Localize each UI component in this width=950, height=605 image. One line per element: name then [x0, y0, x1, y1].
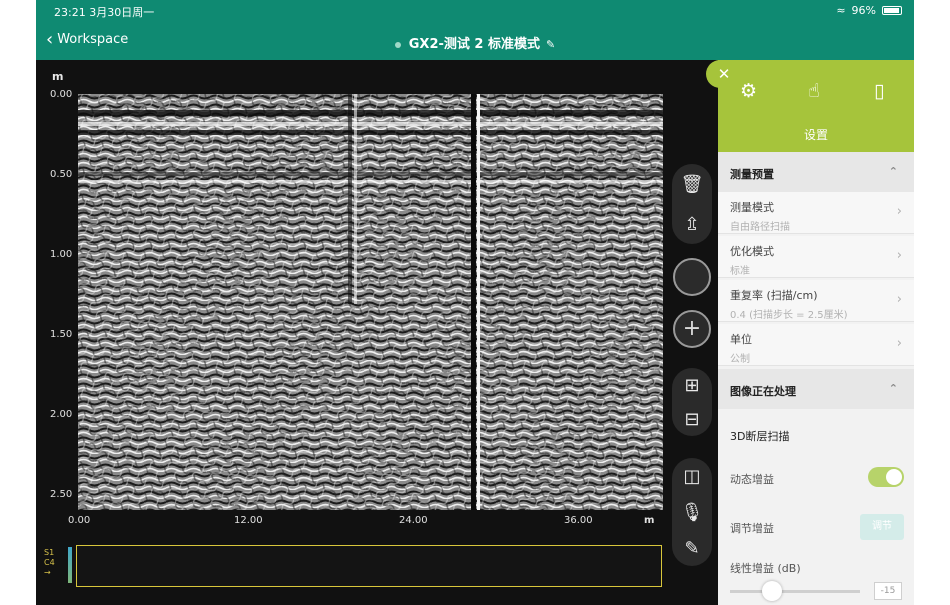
status-dot-icon	[394, 41, 401, 48]
tomography-label[interactable]: 3D断层扫描	[730, 428, 789, 444]
strip-arrow-icon: →	[44, 568, 51, 577]
adjust-gain-button[interactable]: 调节	[860, 514, 904, 540]
depth-tick: 0.00	[50, 89, 73, 100]
linear-gain-slider[interactable]	[730, 590, 860, 593]
distance-tick: 36.00	[564, 515, 593, 526]
overview-strip[interactable]	[76, 545, 662, 587]
setting-title: 优化模式	[730, 245, 774, 258]
gear-icon[interactable]: ⚙	[740, 80, 757, 102]
chevron-right-icon: ›	[896, 204, 902, 219]
microphone-icon[interactable]: 🎙	[681, 502, 704, 523]
close-icon[interactable]: ✕	[706, 60, 742, 88]
setting-value: 标准	[730, 266, 750, 277]
distance-tick: 0.00	[68, 515, 91, 526]
touch-icon[interactable]: ☝	[808, 80, 820, 102]
chevron-right-icon: ›	[896, 292, 902, 307]
setting-title: 重复率 (扫描/cm)	[730, 289, 818, 302]
dynamic-gain-toggle[interactable]	[868, 467, 904, 487]
chevron-right-icon: ›	[896, 336, 902, 351]
strip-labels: S1 C4 →	[44, 548, 55, 578]
pencil-icon[interactable]: ✎	[546, 38, 555, 51]
setting-title: 单位	[730, 333, 752, 346]
settings-panel: ✕ ⚙ ☝ ▯ 设置 测量预置 ⌃ 测量模式 自由路径扫描 › 优化模式 标准 …	[706, 60, 914, 605]
device-frame: 23:21 3月30日周一 ≈ 96% ‹ Workspace GX2-测试 2…	[36, 0, 914, 605]
tab-settings[interactable]: 设置	[718, 126, 914, 143]
setting-repeat-rate[interactable]: 重复率 (扫描/cm) 0.4 (扫描步长 = 2.5厘米) ›	[718, 280, 914, 322]
pen-icon[interactable]: ✎	[684, 538, 699, 559]
chevron-right-icon: ›	[896, 248, 902, 263]
linear-gain-value[interactable]: -15	[874, 582, 902, 600]
section-measurement-preset[interactable]: 测量预置 ⌃	[718, 152, 914, 192]
setting-units[interactable]: 单位 公制 ›	[718, 324, 914, 366]
wifi-icon: ≈	[836, 4, 846, 17]
linear-gain-label: 线性增益 (dB)	[730, 562, 801, 575]
depth-tick: 1.50	[50, 329, 73, 340]
split-view-icon[interactable]: ◫	[683, 466, 700, 487]
top-bar: 23:21 3月30日周一 ≈ 96% ‹ Workspace GX2-测试 2…	[36, 0, 914, 60]
collapse-view-icon[interactable]: ⊟	[684, 409, 699, 430]
chevron-up-icon: ⌃	[888, 165, 898, 178]
section-title: 图像正在处理	[730, 385, 796, 398]
expand-view-icon[interactable]: ⊞	[684, 375, 699, 396]
setting-value: 公制	[730, 354, 750, 365]
depth-unit: m	[52, 70, 64, 83]
record-button[interactable]	[673, 258, 711, 296]
distance-unit: m	[644, 515, 655, 526]
view-tools: ⊞ ⊟	[672, 368, 712, 436]
setting-measure-mode[interactable]: 测量模式 自由路径扫描 ›	[718, 192, 914, 234]
distance-tick: 24.00	[399, 515, 428, 526]
depth-tick: 0.50	[50, 169, 73, 180]
setting-value: 自由路径扫描	[730, 222, 790, 233]
panel-layout-icon[interactable]: ▯	[874, 80, 884, 102]
adjust-gain-label: 调节增益	[730, 522, 774, 535]
battery-icon	[882, 6, 902, 15]
setting-optimize-mode[interactable]: 优化模式 标准 ›	[718, 236, 914, 278]
radargram-image[interactable]	[78, 94, 663, 510]
dynamic-gain-label: 动态增益	[730, 473, 774, 486]
setting-title: 测量模式	[730, 201, 774, 214]
section-image-processing[interactable]: 图像正在处理 ⌃	[718, 369, 914, 409]
share-icon[interactable]: ⇫	[684, 214, 699, 235]
panel-header: ✕ ⚙ ☝ ▯ 设置	[706, 60, 914, 152]
strip-color-bar	[68, 547, 72, 583]
page-title-text: GX2-测试 2 标准模式	[408, 37, 540, 52]
linear-gain-slider-knob[interactable]	[762, 581, 782, 601]
section-title: 测量预置	[730, 168, 774, 181]
strip-label-c4: C4	[44, 558, 55, 567]
page-title[interactable]: GX2-测试 2 标准模式 ✎	[36, 33, 914, 52]
annotation-tools: ◫ 🎙 ✎	[672, 458, 712, 566]
setting-value: 0.4 (扫描步长 = 2.5厘米)	[730, 310, 848, 321]
radargram-view: m 0.00 0.50 1.00 1.50 2.00 2.50 0.00 12.…	[36, 60, 718, 605]
distance-tick: 12.00	[234, 515, 263, 526]
battery-percent: 96%	[851, 4, 876, 17]
file-tools: 🗑 ⇫	[672, 164, 712, 244]
depth-tick: 1.00	[50, 249, 73, 260]
chevron-up-icon: ⌃	[888, 382, 898, 395]
add-button[interactable]: +	[673, 310, 711, 348]
status-time: 23:21 3月30日周一	[54, 6, 155, 19]
depth-tick: 2.00	[50, 409, 73, 420]
depth-tick: 2.50	[50, 489, 73, 500]
strip-label-s1: S1	[44, 548, 55, 557]
trash-icon[interactable]: 🗑	[681, 174, 704, 195]
status-indicators: ≈ 96%	[836, 4, 902, 17]
